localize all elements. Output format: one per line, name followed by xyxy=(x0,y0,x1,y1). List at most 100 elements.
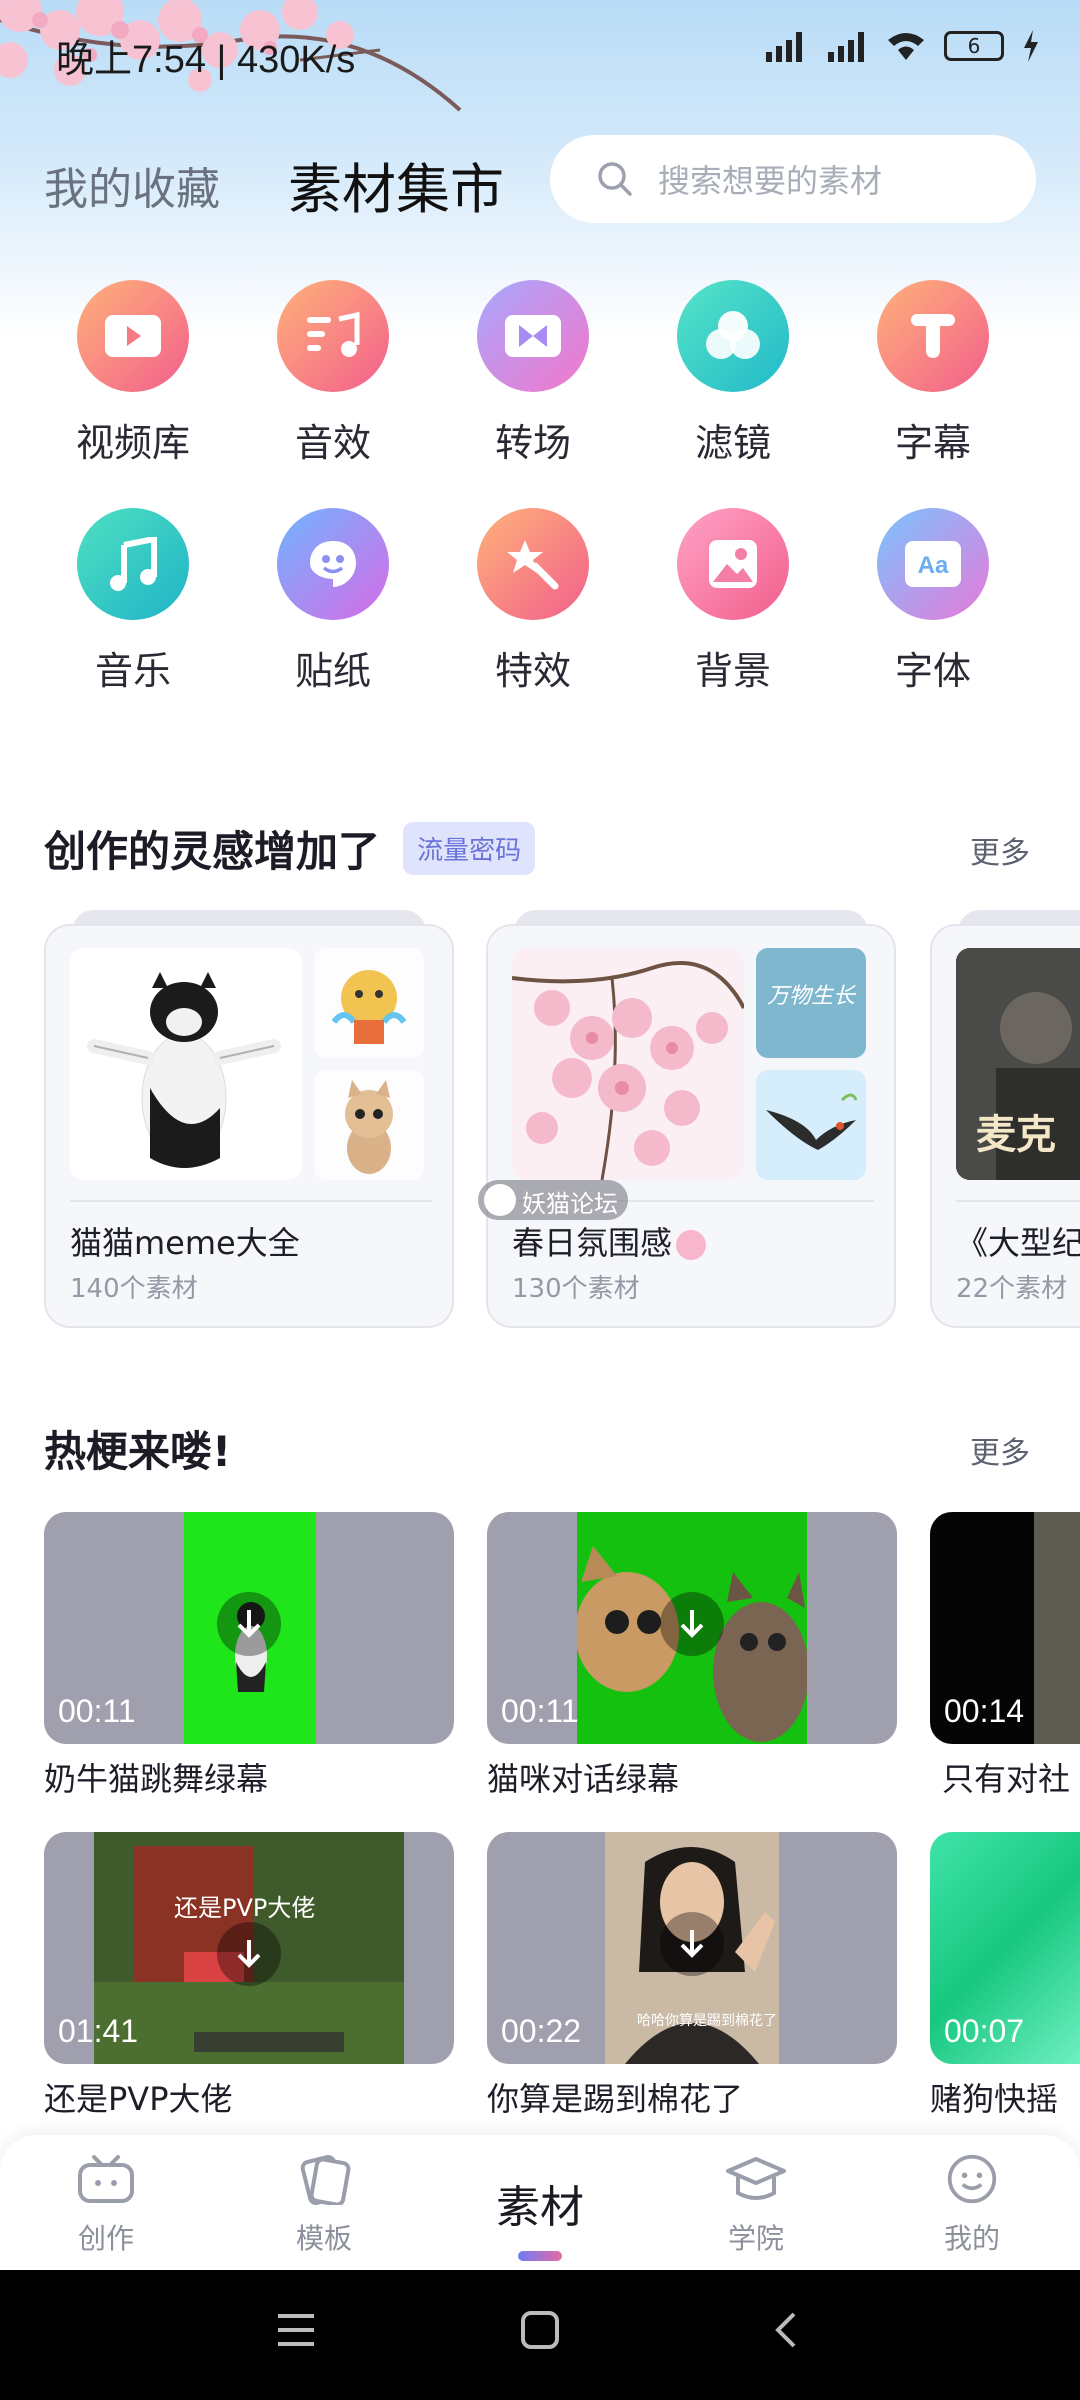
cat-meme-image xyxy=(70,948,302,1180)
collection-card[interactable]: 猫猫meme大全 140个素材 xyxy=(44,910,454,1340)
graduation-cap-icon xyxy=(726,2157,786,2200)
nav-label: 素材 xyxy=(496,2182,584,2233)
collection-title-text: 春日氛围感 xyxy=(512,1224,673,1262)
more-link[interactable]: 更多 xyxy=(970,828,1030,872)
category-label: 字幕 xyxy=(894,421,971,465)
collection-count: 140个素材 xyxy=(70,1274,198,1304)
image-icon xyxy=(677,508,789,620)
bottom-navigation: 创作 模板 素材 学院 我的 xyxy=(0,2135,1080,2270)
tab-my-favorites[interactable]: 我的收藏 xyxy=(44,153,220,217)
video-duration: 01:41 xyxy=(58,2013,139,2049)
status-time-and-speed: 晚上7:54 | 430K/s xyxy=(56,39,356,81)
category-stickers[interactable]: 贴纸 xyxy=(233,508,433,695)
category-fonts[interactable]: Aa 字体 xyxy=(833,508,1033,695)
category-label: 背景 xyxy=(694,649,771,693)
category-subtitles[interactable]: 字幕 xyxy=(833,280,1033,467)
status-time: 晚上7:54 xyxy=(56,39,206,81)
watermark-text: 妖猫论坛 xyxy=(522,1190,618,1218)
crying-doge-sticker xyxy=(314,948,424,1058)
video-title: 你算是踢到棉花了 xyxy=(487,2080,744,2118)
search-input[interactable]: 搜索想要的素材 xyxy=(550,135,1036,223)
download-button[interactable] xyxy=(217,1922,281,1986)
charging-icon xyxy=(1024,30,1038,62)
category-transitions[interactable]: 转场 xyxy=(433,280,633,467)
home-icon[interactable] xyxy=(520,2310,560,2350)
video-tile[interactable]: 00:14 xyxy=(930,1512,1080,1744)
music-note-icon xyxy=(77,508,189,620)
video-tile[interactable]: 还是PVP大佬 01:41 xyxy=(44,1832,454,2064)
swallow-sticker xyxy=(756,1070,866,1180)
signal-icon-2 xyxy=(828,32,864,62)
download-button[interactable] xyxy=(217,1592,281,1656)
nav-me[interactable]: 我的 xyxy=(892,2153,1052,2257)
collection-card[interactable]: 万物生长 春日氛围感 130个素材 xyxy=(486,910,896,1340)
back-icon[interactable] xyxy=(770,2310,800,2350)
video-duration: 00:14 xyxy=(944,1693,1025,1729)
market-header: 我的收藏 素材集市 搜索想要的素材 xyxy=(0,135,1080,235)
video-title: 还是PVP大佬 xyxy=(44,2080,233,2118)
category-label: 音乐 xyxy=(94,649,171,693)
section-title: 热梗来喽! xyxy=(44,1427,232,1476)
collection-title: 春日氛围感 xyxy=(512,1218,707,1264)
active-tab-indicator xyxy=(518,2251,562,2261)
category-label: 转场 xyxy=(494,421,571,465)
category-label: 特效 xyxy=(494,649,571,693)
video-thumbnail xyxy=(1034,1512,1080,1744)
category-label: 视频库 xyxy=(75,421,190,465)
search-icon xyxy=(598,162,632,196)
cat-logo-icon xyxy=(484,1184,516,1216)
section-badge[interactable]: 流量密码 xyxy=(403,822,536,875)
battery-level: 6 xyxy=(967,34,981,58)
video-title: 赌狗快摇 xyxy=(930,2080,1059,2118)
category-label: 贴纸 xyxy=(294,649,371,693)
download-button[interactable] xyxy=(660,1912,724,1976)
video-duration: 00:07 xyxy=(944,2013,1025,2049)
tab-material-market[interactable]: 素材集市 xyxy=(288,145,504,224)
category-music[interactable]: 音乐 xyxy=(33,508,233,695)
video-title: 猫咪对话绿幕 xyxy=(487,1760,680,1798)
more-link[interactable]: 更多 xyxy=(970,1428,1030,1472)
forum-watermark: 妖猫论坛 xyxy=(478,1180,628,1220)
svg-text:麦克: 麦克 xyxy=(976,1112,1056,1158)
nav-materials-active[interactable]: 素材 xyxy=(460,2135,620,2261)
download-arrow-icon xyxy=(680,1930,704,1958)
cherry-blossom-image xyxy=(512,948,744,1180)
category-filters[interactable]: 滤镜 xyxy=(633,280,833,467)
video-duration: 00:22 xyxy=(501,2013,582,2049)
section-title: 创作的灵感增加了 xyxy=(44,827,381,876)
video-tile[interactable]: 00:11 xyxy=(44,1512,454,1744)
nav-label: 创作 xyxy=(77,2222,134,2255)
video-overlay-text: 还是PVP大佬 xyxy=(174,1894,316,1922)
video-overlay-text: 哈哈你算是踢到棉花了 xyxy=(637,2013,777,2029)
collection-card[interactable]: 麦克 《大型纪 22个素材 xyxy=(930,910,1080,1340)
category-backgrounds[interactable]: 背景 xyxy=(633,508,833,695)
video-play-icon xyxy=(77,280,189,392)
network-speed: 430K/s xyxy=(236,39,356,81)
nav-create[interactable]: 创作 xyxy=(26,2153,186,2257)
video-tile[interactable]: 哈哈你算是踢到棉花了 00:22 xyxy=(487,1832,897,2064)
nav-academy[interactable]: 学院 xyxy=(676,2153,836,2257)
collection-card-body: 麦克 《大型纪 22个素材 xyxy=(930,924,1080,1328)
category-label: 滤镜 xyxy=(694,421,771,465)
status-bar: 晚上7:54 | 430K/s 6 xyxy=(0,0,1080,110)
inspiration-section-header: 创作的灵感增加了 流量密码 更多 xyxy=(44,818,1044,878)
filter-icon xyxy=(677,280,789,392)
collection-card-body: 万物生长 春日氛围感 130个素材 xyxy=(486,924,896,1328)
magic-wand-icon xyxy=(477,508,589,620)
collection-title: 《大型纪 xyxy=(956,1224,1080,1262)
documentary-image: 麦克 xyxy=(956,948,1080,1180)
download-arrow-icon xyxy=(237,1610,261,1638)
category-video-library[interactable]: 视频库 xyxy=(33,280,233,467)
menu-icon[interactable] xyxy=(276,2310,316,2350)
download-button[interactable] xyxy=(660,1592,724,1656)
video-tile[interactable]: 00:11 xyxy=(487,1512,897,1744)
nav-templates[interactable]: 模板 xyxy=(244,2153,404,2257)
category-effects[interactable]: 特效 xyxy=(433,508,633,695)
blossom-emoji-icon xyxy=(676,1230,707,1260)
battery-icon: 6 xyxy=(944,31,1004,61)
download-arrow-icon xyxy=(237,1940,261,1968)
category-sound-effects[interactable]: 音效 xyxy=(233,280,433,467)
video-tile[interactable]: 00:07 xyxy=(930,1832,1080,2064)
wifi-icon xyxy=(888,33,924,60)
video-title: 只有对社 xyxy=(942,1760,1071,1798)
